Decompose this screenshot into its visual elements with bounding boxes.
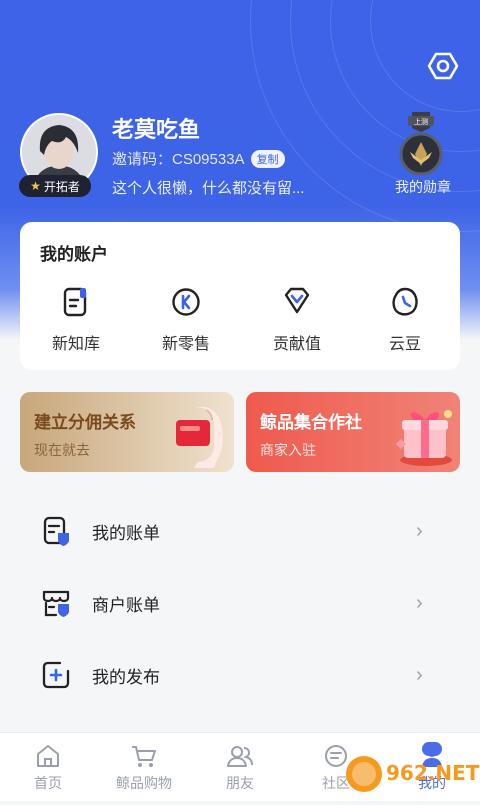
chevron-right-icon: › [416,519,423,542]
account-card: 我的账户 新知库 新零售 贡献值 云豆 [20,222,460,370]
copy-button[interactable]: 复制 [250,149,285,168]
username: 老莫吃鱼 [112,117,201,142]
menu-item-label: 我的账单 [92,523,160,543]
account-item-label: 新零售 [161,336,210,353]
tab-label: 首页 [34,775,62,791]
hand-card-illustration-icon [176,406,223,468]
book-icon [63,287,87,317]
promo-cooperative-banner[interactable]: 鲸品集合作社 商家入驻 [246,392,460,472]
menu-item-my-posts[interactable]: 我的发布 › [0,639,480,711]
tab-friends[interactable]: 朋友 [192,733,288,801]
invite-code-text: 邀请码：CS09533A [112,151,245,168]
account-card-title: 我的账户 [40,245,108,264]
settings-gear-icon[interactable] [425,48,461,84]
bean-icon [392,287,418,316]
promo-commission-banner[interactable]: 建立分佣关系 现在就去 [20,392,234,472]
watermark-text: 962.NET 乐游网 [386,761,480,785]
star-icon: ★ [30,179,41,193]
invite-code: 邀请码：CS09533A 复制 [112,148,285,169]
shop-bill-icon [42,590,70,617]
tab-label: 鲸品购物 [116,775,172,791]
account-item-label: 新知库 [51,336,100,353]
promo-title: 建立分佣关系 [34,413,136,432]
tab-label: 朋友 [226,775,254,791]
promo-subtitle: 现在就去 [34,442,90,458]
medal-icon[interactable]: 上测 [396,112,446,178]
chevron-right-icon: › [416,591,423,614]
medal-label[interactable]: 我的勋章 [388,177,458,197]
tab-home[interactable]: 首页 [0,733,96,801]
publish-icon [42,661,70,689]
bio-text: 这个人很懒，什么都没有留... [112,180,305,197]
account-item-label: 云豆 [388,336,421,353]
friends-icon [227,746,253,767]
account-item-knowledge[interactable]: 新知库 [36,286,116,354]
account-item-label: 贡献值 [272,336,321,353]
menu-item-label: 商户账单 [92,595,160,615]
promo-title: 鲸品集合作社 [260,413,362,432]
pioneer-badge: ★ 开拓者 [19,175,91,197]
bill-icon [43,516,69,546]
menu-item-merchant-bill[interactable]: 商户账单 › [0,567,480,639]
menu-item-label: 我的发布 [92,667,160,687]
menu-list: 我的账单 › 商户账单 › 我的发布 › [0,495,480,711]
account-item-retail[interactable]: 新零售 [146,286,226,354]
promo-subtitle: 商家入驻 [260,442,316,458]
medal-ribbon-text: 上测 [414,117,428,126]
gift-box-illustration-icon [396,410,452,466]
k-coin-icon [172,288,200,316]
cart-icon [132,746,156,767]
account-item-contribution[interactable]: 贡献值 [257,286,337,354]
diamond-icon [284,287,310,314]
tab-shopping[interactable]: 鲸品购物 [96,733,192,801]
chevron-right-icon: › [416,663,423,686]
account-item-cloud-bean[interactable]: 云豆 [365,286,445,354]
site-watermark: 962.NET 乐游网 [340,748,480,800]
menu-item-my-bill[interactable]: 我的账单 › [0,495,480,567]
home-icon [37,745,59,767]
pioneer-badge-label: 开拓者 [43,179,80,194]
